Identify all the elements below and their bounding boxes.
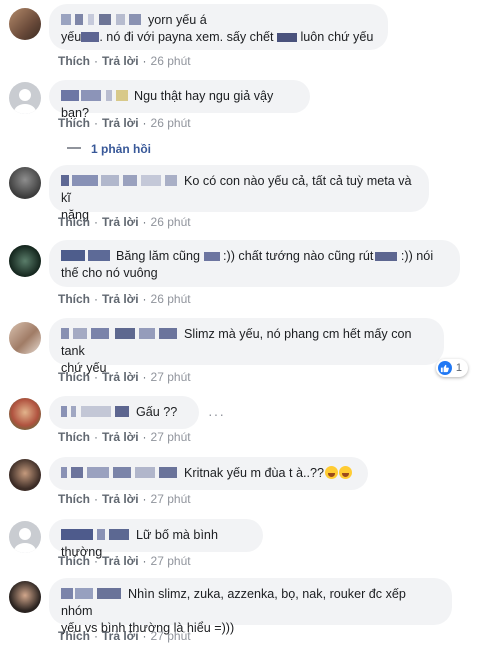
like-button[interactable]: Thích [58,370,90,384]
blurred-text [375,252,398,261]
comment-bubble: Slimz mà yếu, nó phang cm hết mấy con ta… [49,318,444,375]
like-button[interactable]: Thích [58,629,90,643]
like-button[interactable]: Thích [58,554,90,568]
reply-button[interactable]: Trả lời [102,430,139,444]
comment-timestamp[interactable]: 27 phút [151,370,191,384]
comment-text: Kritnak yếu m đùa t à..?? [184,466,325,480]
avatar[interactable] [9,459,41,491]
comment-actions: Thích · Trả lời · 27 phút [58,370,191,384]
like-button[interactable]: Thích [58,292,90,306]
blurred-text [203,252,220,261]
comment-actions: Thích · Trả lời · 26 phút [58,292,191,306]
comment-actions: Thích · Trả lời · 27 phút [58,430,191,444]
comment-bubble: Băng lăm cũng :)) chất tướng nào cũng rú… [49,240,460,287]
avatar[interactable] [9,245,41,277]
avatar[interactable] [9,398,41,430]
reply-button[interactable]: Trả lời [102,370,139,384]
comment-bubble: Kritnak yếu m đùa t à..?? [49,457,368,490]
commenter-name-blurred[interactable] [61,250,111,261]
comment-text: thế cho nó vuông [61,266,158,280]
avatar[interactable] [9,8,41,40]
comment-actions: Thích · Trả lời · 27 phút [58,629,191,643]
laughing-emoji-icon [339,466,353,479]
commenter-name-blurred[interactable] [61,529,131,540]
comment-timestamp[interactable]: 26 phút [151,54,191,68]
commenter-name-blurred[interactable] [61,175,179,186]
like-button[interactable]: Thích [58,430,90,444]
comment-bubble: yorn yếu á yếu . nó đi với payna xem. sấy… [49,4,388,50]
default-avatar-icon[interactable] [9,82,41,114]
commenter-name-blurred[interactable] [61,467,179,478]
comment-timestamp[interactable]: 27 phút [151,554,191,568]
avatar[interactable] [9,581,41,613]
comment-text: :)) nói [400,249,434,263]
comment-bubble: Lữ bố mà bình thường [49,519,263,559]
like-button[interactable]: Thích [58,492,90,506]
comment-bubble: Ko có con nào yếu cả, tất cả tuỳ meta và… [49,165,429,222]
commenter-name-blurred[interactable] [61,90,129,101]
reply-button[interactable]: Trả lời [102,554,139,568]
laughing-emoji-icon [325,466,339,479]
comment-timestamp[interactable]: 27 phút [151,492,191,506]
comment-bubble: Gấu ?? [49,396,199,429]
comment-timestamp[interactable]: 26 phút [151,215,191,229]
comment-bubble: Nhìn slimz, zuka, azzenka, bọ, nak, rouk… [49,578,452,635]
blurred-text [276,33,297,42]
avatar[interactable] [9,322,41,354]
comment-timestamp[interactable]: 26 phút [151,116,191,130]
comment-timestamp[interactable]: 27 phút [151,629,191,643]
reply-arrow-icon [67,147,81,149]
like-button[interactable]: Thích [58,116,90,130]
like-button[interactable]: Thích [58,54,90,68]
reply-button[interactable]: Trả lời [102,215,139,229]
commenter-name-blurred[interactable] [61,328,179,339]
blurred-text [81,32,100,42]
reply-button[interactable]: Trả lời [102,629,139,643]
avatar[interactable] [9,167,41,199]
reply-button[interactable]: Trả lời [102,116,139,130]
reply-button[interactable]: Trả lời [102,292,139,306]
comment-text: luôn chứ yếu [300,30,374,44]
comment-text: . nó đi với payna xem. sấy chết [99,30,274,44]
default-avatar-icon[interactable] [9,521,41,553]
reaction-count: 1 [455,362,462,374]
commenter-name-blurred[interactable] [61,588,123,599]
more-options-icon[interactable]: ··· [208,406,225,422]
view-replies-link[interactable]: 1 phản hồi [67,142,151,156]
comment-text: yếu [61,30,82,44]
like-button[interactable]: Thích [58,215,90,229]
comment-text: Gấu ?? [136,405,178,419]
commenter-name-blurred[interactable] [61,406,131,417]
comment-actions: Thích · Trả lời · 26 phút [58,54,191,68]
reply-button[interactable]: Trả lời [102,492,139,506]
like-icon [437,361,452,375]
comment-actions: Thích · Trả lời · 27 phút [58,492,191,506]
comment-actions: Thích · Trả lời · 26 phút [58,116,191,130]
comment-timestamp[interactable]: 26 phút [151,292,191,306]
comment-actions: Thích · Trả lời · 26 phút [58,215,191,229]
comment-actions: Thích · Trả lời · 27 phút [58,554,191,568]
comment-text: :)) chất tướng nào cũng rút [223,249,374,263]
reaction-badge[interactable]: 1 [435,359,468,377]
reply-button[interactable]: Trả lời [102,54,139,68]
comment-text: yorn yếu á [148,13,207,27]
comment-timestamp[interactable]: 27 phút [151,430,191,444]
comment-bubble: Ngu thật hay ngu giả vậy bạn? [49,80,310,120]
commenter-name-blurred[interactable] [61,14,143,25]
comment-text: Băng lăm cũng [116,249,201,263]
